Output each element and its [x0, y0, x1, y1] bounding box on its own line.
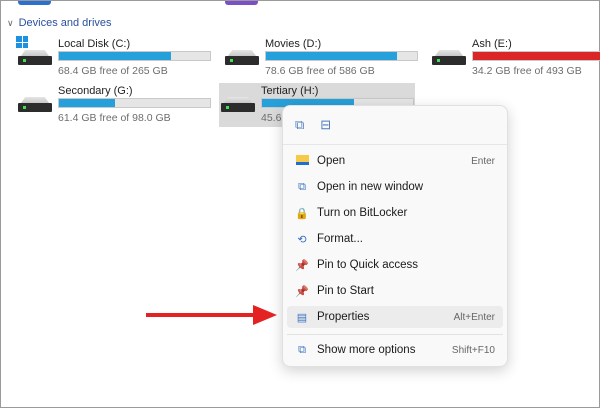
properties-icon: ▤	[296, 311, 308, 324]
menu-item-label: Show more options	[317, 344, 416, 356]
drive-name: Secondary (G:)	[58, 85, 133, 97]
copy-icon[interactable]: ⧉	[295, 117, 304, 133]
drive-usage-fill	[266, 52, 398, 60]
menu-item-label: Properties	[317, 311, 370, 323]
hard-drive-icon	[432, 50, 466, 66]
hard-drive-icon	[18, 50, 52, 66]
drive-name: Local Disk (C:)	[58, 38, 131, 50]
drive-free-space: 78.6 GB free of 586 GB	[265, 65, 375, 77]
menu-item-format[interactable]: ⟲ Format...	[287, 228, 503, 250]
folder-thumbnail-stub	[225, 1, 258, 5]
drive-usage-bar	[472, 51, 600, 61]
menu-item-pin-to-start[interactable]: 📌 Pin to Start	[287, 280, 503, 302]
menu-item-label: Pin to Quick access	[317, 259, 418, 271]
drive-name: Ash (E:)	[472, 38, 512, 50]
menu-item-shortcut: Alt+Enter	[453, 311, 495, 323]
chevron-down-icon: ∨	[7, 17, 14, 28]
drive-usage-fill	[59, 52, 171, 60]
folder-thumbnail-stub	[18, 1, 51, 5]
drive-name: Movies (D:)	[265, 38, 322, 50]
hard-drive-icon	[221, 97, 255, 113]
context-menu: ⧉ ⊟ Open Enter ⧉ Open in new window 🔒 Turn on…	[282, 105, 508, 367]
rename-icon[interactable]: ⊟	[320, 117, 331, 133]
menu-divider	[287, 334, 503, 335]
folder-icon	[287, 154, 313, 168]
menu-item-label: Open	[317, 155, 346, 167]
menu-item-turn-on-bitlocker[interactable]: 🔒 Turn on BitLocker	[287, 202, 503, 224]
menu-item-properties[interactable]: ▤ Properties Alt+Enter	[287, 306, 503, 328]
menu-item-label: Pin to Start	[317, 285, 374, 297]
quick-actions-row: ⧉ ⊟	[283, 106, 507, 145]
pin-icon: 📌	[295, 259, 309, 272]
drive-free-space: 34.2 GB free of 493 GB	[472, 65, 582, 77]
drive-free-space: 68.4 GB free of 265 GB	[58, 65, 168, 77]
menu-item-shortcut: Enter	[471, 155, 495, 167]
menu-item-pin-to-quick-access[interactable]: 📌 Pin to Quick access	[287, 254, 503, 276]
open-new-window-icon: ⧉	[298, 180, 306, 193]
windows-logo-icon	[16, 36, 28, 48]
menu-item-label: Turn on BitLocker	[317, 207, 408, 219]
drive-free-space: 45.6	[261, 112, 282, 124]
menu-item-label: Format...	[317, 233, 364, 245]
drive-usage-fill	[59, 99, 115, 107]
drive-usage-bar	[58, 51, 211, 61]
drive-name: Tertiary (H:)	[261, 85, 319, 97]
drive-tile[interactable]: Movies (D:) 78.6 GB free of 586 GB	[223, 36, 419, 80]
menu-item-label: Open in new window	[317, 181, 424, 193]
show-more-icon: ⧉	[298, 343, 306, 356]
drive-tile[interactable]: Secondary (G:) 61.4 GB free of 98.0 GB	[16, 83, 212, 127]
drive-usage-fill	[473, 52, 600, 60]
menu-item-shortcut: Shift+F10	[451, 344, 495, 356]
menu-item-show-more-options[interactable]: ⧉ Show more options Shift+F10	[287, 339, 503, 361]
bitlocker-icon: 🔒	[295, 207, 309, 220]
drive-tile[interactable]: Ash (E:) 34.2 GB free of 493 GB	[430, 36, 600, 80]
red-arrow-annotation	[146, 313, 256, 317]
menu-item-open-in-new-window[interactable]: ⧉ Open in new window	[287, 176, 503, 198]
pin-icon: 📌	[295, 285, 309, 298]
format-icon: ⟲	[297, 233, 307, 246]
red-arrow-head	[253, 305, 277, 325]
drive-free-space: 61.4 GB free of 98.0 GB	[58, 112, 171, 124]
drive-usage-bar	[58, 98, 211, 108]
menu-item-open[interactable]: Open Enter	[287, 150, 503, 172]
hard-drive-icon	[225, 50, 259, 66]
devices-drives-header[interactable]: ∨ Devices and drives	[7, 17, 112, 29]
hard-drive-icon	[18, 97, 52, 113]
drive-usage-bar	[265, 51, 418, 61]
section-label: Devices and drives	[18, 17, 112, 29]
drive-tile[interactable]: Local Disk (C:) 68.4 GB free of 265 GB	[16, 36, 212, 80]
